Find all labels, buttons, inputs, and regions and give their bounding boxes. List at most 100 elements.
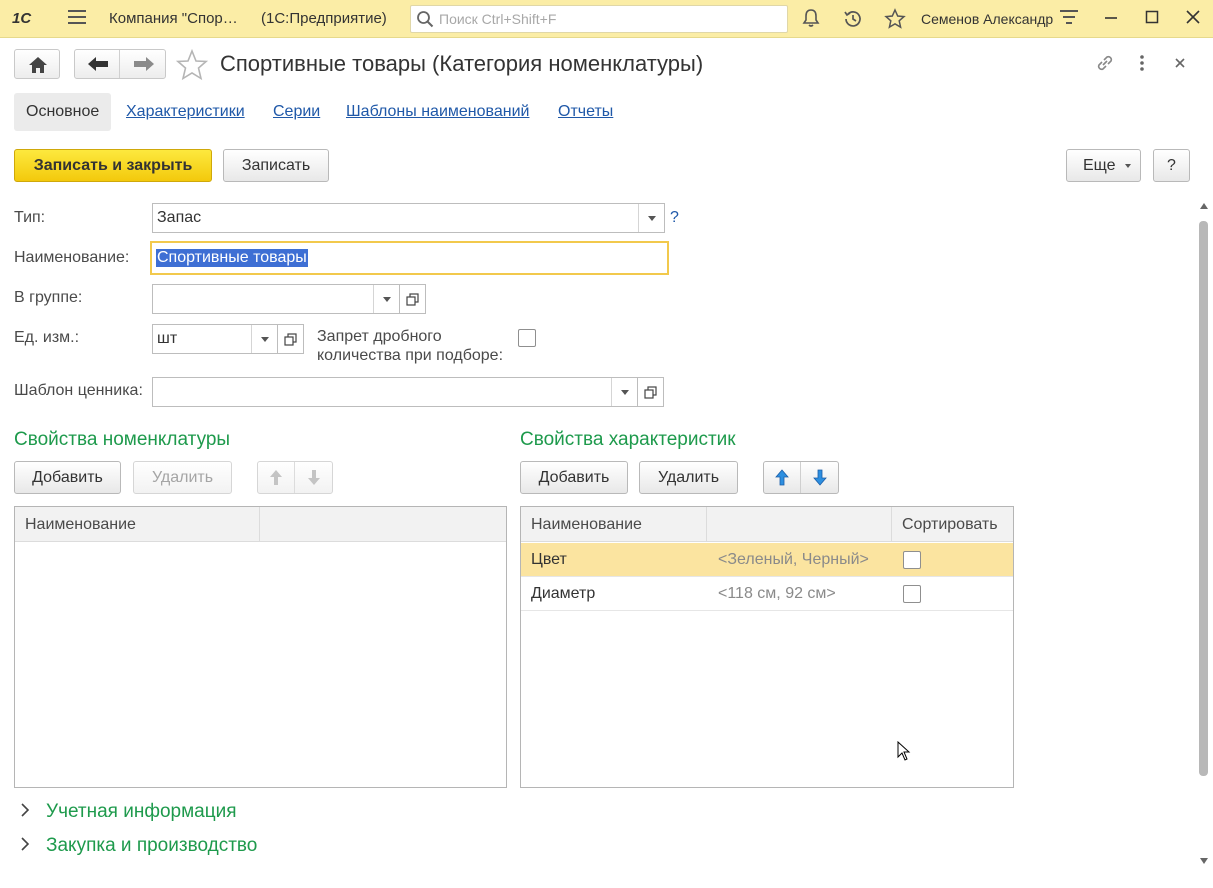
nav-history-group [74,49,166,79]
save-button[interactable]: Записать [223,149,329,182]
type-label: Тип: [14,209,46,226]
open-window-icon [644,386,657,399]
group-open-button[interactable] [400,284,426,314]
main-menu-icon[interactable] [66,8,88,30]
nomenclature-move-group [257,461,333,494]
tab-main[interactable]: Основное [14,93,112,131]
help-button[interactable]: ? [1153,149,1190,182]
purchase-production-label: Закупка и производство [46,835,258,856]
unit-dropdown-button[interactable] [251,325,277,353]
scroll-up-arrow-icon[interactable] [1200,203,1208,209]
nomenclature-props-table[interactable]: Наименование [14,506,507,788]
nomenclature-move-down-button[interactable] [296,462,333,493]
accounting-info-group[interactable]: Учетная информация [20,801,237,823]
favorites-star-icon[interactable] [884,8,906,30]
page-title: Спортивные товары (Категория номенклатур… [220,51,704,76]
characteristic-move-group [763,461,839,494]
close-form-icon[interactable] [1169,52,1191,74]
tab-characteristics[interactable]: Характеристики [114,93,257,131]
tab-series[interactable]: Серии [261,93,332,131]
price-template-select[interactable] [152,377,638,407]
column-value[interactable] [260,507,506,542]
table-header: Наименование Сортировать [521,507,1013,542]
global-search-input[interactable]: Поиск Ctrl+Shift+F [410,5,788,33]
column-name[interactable]: Наименование [521,507,707,542]
name-input[interactable]: Спортивные товары [150,241,669,275]
nomenclature-move-up-button[interactable] [258,462,295,493]
column-values[interactable] [707,507,892,542]
characteristic-props-title: Свойства характеристик [520,429,736,450]
nomenclature-props-title: Свойства номенклатуры [14,429,231,450]
more-actions-button[interactable]: Еще [1066,149,1141,182]
characteristic-move-up-button[interactable] [764,462,801,493]
bell-icon[interactable] [800,8,822,30]
app-logo[interactable]: 1С [12,10,31,27]
tab-name-templates[interactable]: Шаблоны наименований [334,93,541,131]
platform-name: (1С:Предприятие) [261,10,387,27]
nomenclature-add-button[interactable]: Добавить [14,461,121,494]
close-window-icon[interactable] [1182,8,1204,30]
unit-label: Ед. изм.: [14,329,80,346]
column-sort[interactable]: Сортировать [892,507,1013,542]
open-window-icon [406,293,419,306]
home-button[interactable] [14,49,60,79]
accounting-info-label: Учетная информация [46,801,237,822]
arrow-up-icon [775,469,789,486]
price-template-open-button[interactable] [638,377,664,407]
vertical-scrollbar[interactable] [1197,203,1211,870]
user-name[interactable]: Семенов Александр [921,11,1053,27]
characteristic-move-down-button[interactable] [802,462,839,493]
name-label: Наименование: [14,249,130,266]
characteristic-delete-button[interactable]: Удалить [639,461,738,494]
row-sort-checkbox[interactable] [903,585,921,603]
arrow-up-icon [270,470,282,485]
type-help-link[interactable]: ? [670,209,679,227]
group-dropdown-button[interactable] [373,285,399,313]
column-name[interactable]: Наименование [15,507,260,542]
row-name: Диаметр [531,585,596,602]
maximize-window-icon[interactable] [1141,8,1163,30]
type-select[interactable]: Запас [152,203,665,233]
price-template-label: Шаблон ценника: [14,382,143,399]
open-window-icon [284,333,297,346]
minimize-window-icon[interactable] [1100,8,1122,30]
row-values: <118 см, 92 см> [718,585,836,602]
scrollbar-thumb[interactable] [1199,221,1208,776]
name-value: Спортивные товары [156,249,308,267]
type-dropdown-button[interactable] [638,204,664,232]
app-topbar: 1С Компания "Спор… (1С:Предприятие) Поис… [0,0,1213,38]
unit-open-button[interactable] [278,324,304,354]
forward-button[interactable] [121,50,166,78]
characteristic-props-table[interactable]: Наименование Сортировать Цвет <Зеленый, … [520,506,1014,788]
arrow-down-icon [308,470,320,485]
search-icon [417,11,434,28]
scroll-down-arrow-icon[interactable] [1200,858,1208,864]
search-placeholder: Поиск Ctrl+Shift+F [439,11,557,27]
history-icon[interactable] [842,8,864,30]
save-and-close-button[interactable]: Записать и закрыть [14,149,212,182]
table-row[interactable]: Диаметр <118 см, 92 см> [521,577,1013,611]
table-header: Наименование [15,507,506,542]
fractional-label-line1: Запрет дробного [317,328,442,345]
fractional-prohibit-checkbox[interactable] [518,329,536,347]
characteristic-add-button[interactable]: Добавить [520,461,628,494]
back-button[interactable] [75,50,120,78]
nomenclature-delete-button[interactable]: Удалить [133,461,232,494]
more-vertical-icon[interactable] [1131,52,1153,74]
table-row[interactable]: Цвет <Зеленый, Черный> [521,543,1013,577]
group-select[interactable] [152,284,400,314]
arrow-left-icon [88,57,108,71]
settings-menu-icon[interactable] [1058,8,1080,30]
unit-select[interactable]: шт [152,324,278,354]
chevron-right-icon [20,803,34,822]
purchase-production-group[interactable]: Закупка и производство [20,835,257,857]
row-sort-checkbox[interactable] [903,551,921,569]
row-values: <Зеленый, Черный> [718,551,869,568]
chevron-down-icon [1125,164,1131,168]
favorite-star-icon[interactable] [175,48,209,85]
app-title: Компания "Спор… [109,10,238,27]
tab-reports[interactable]: Отчеты [546,93,625,131]
price-template-dropdown-button[interactable] [611,378,637,406]
chevron-right-icon [20,837,34,856]
link-icon[interactable] [1094,52,1116,74]
